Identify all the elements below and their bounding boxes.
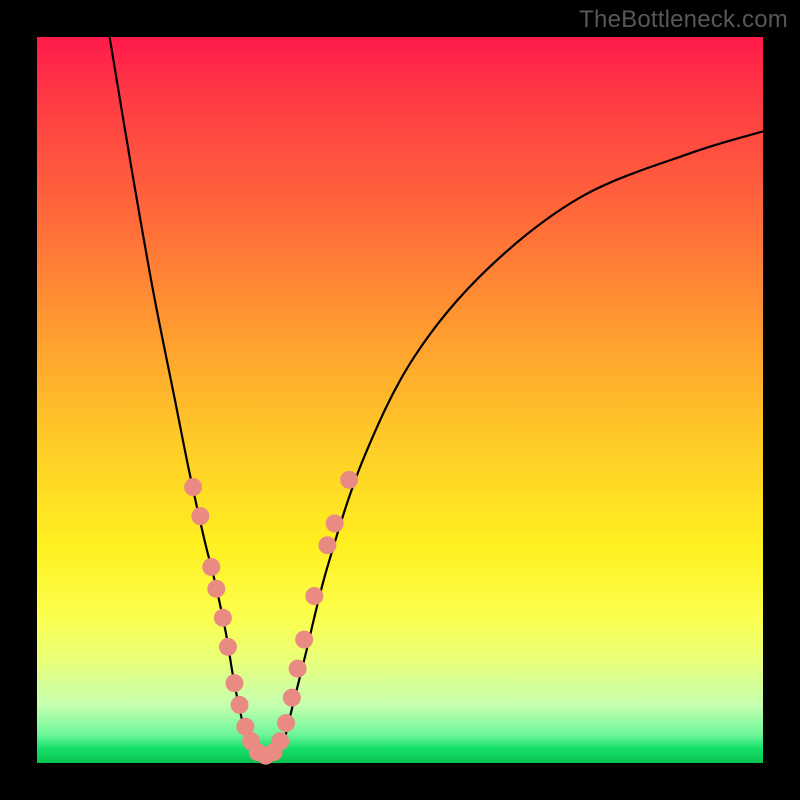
data-dots-group <box>184 471 358 765</box>
data-dot <box>231 696 249 714</box>
chart-frame: TheBottleneck.com <box>0 0 800 800</box>
data-dot <box>318 536 336 554</box>
curve-right <box>277 131 763 755</box>
curve-group <box>110 37 763 760</box>
data-dot <box>225 674 243 692</box>
data-dot <box>184 478 202 496</box>
data-dot <box>219 638 237 656</box>
watermark-text: TheBottleneck.com <box>579 6 788 34</box>
data-dot <box>202 558 220 576</box>
data-dot <box>191 507 209 525</box>
data-dot <box>305 587 323 605</box>
data-dot <box>326 514 344 532</box>
data-dot <box>214 609 232 627</box>
data-dot <box>207 580 225 598</box>
data-dot <box>283 689 301 707</box>
data-dot <box>340 471 358 489</box>
chart-svg <box>37 37 763 763</box>
data-dot <box>295 631 313 649</box>
data-dot <box>289 660 307 678</box>
chart-plot-area <box>37 37 763 763</box>
data-dot <box>271 732 289 750</box>
data-dot <box>277 714 295 732</box>
